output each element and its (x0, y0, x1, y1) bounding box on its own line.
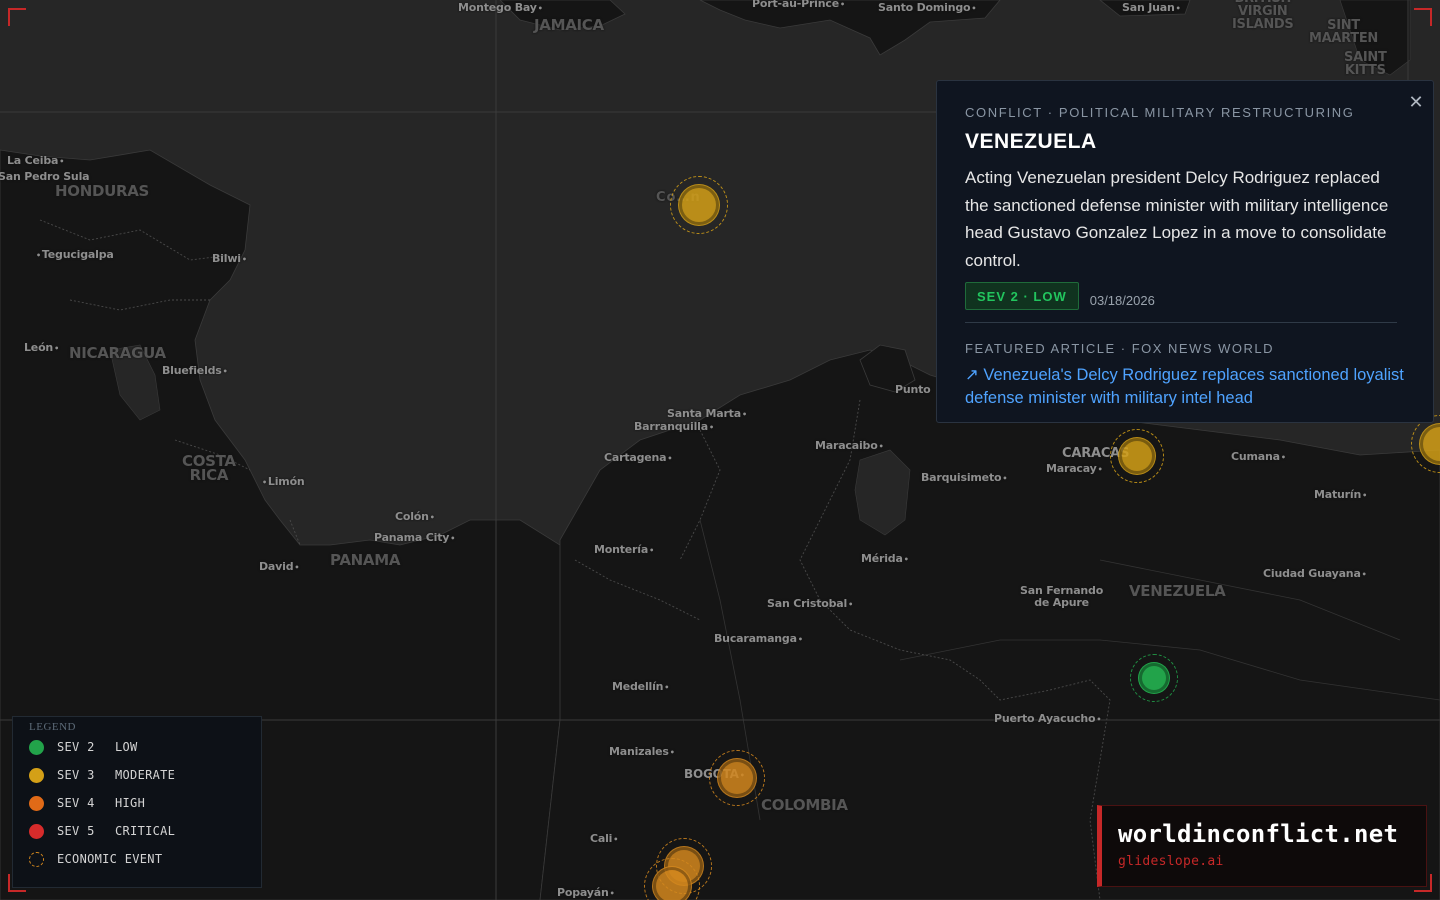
map-label-santa-marta: Santa Marta (667, 407, 747, 420)
map-label-manizales: Manizales (609, 745, 675, 758)
map-label-cali: Cali (590, 832, 618, 845)
event-meta-row: SEV 2 · LOW 03/18/2026 (965, 282, 1405, 310)
map-label-san-juan: San Juan (1122, 1, 1181, 14)
legend-swatch-orange (29, 795, 44, 811)
map-label-santo-domingo: Santo Domingo (878, 1, 976, 14)
map-label-bucaramanga: Bucaramanga (714, 632, 803, 645)
map-label-puerto-ayacucho: Puerto Ayacucho (994, 712, 1101, 725)
corner-bracket-top-left (8, 8, 26, 26)
event-detail-card: ✕ CONFLICT · POLITICAL MILITARY RESTRUCT… (936, 80, 1434, 423)
map-country-bvi: BRITISH VIRGIN ISLANDS (1232, 0, 1294, 32)
legend-severity-name: CRITICAL (115, 824, 176, 838)
event-title: VENEZUELA (965, 130, 1097, 153)
featured-article-link[interactable]: ↗ Venezuela's Delcy Rodriguez replaces s… (965, 364, 1405, 410)
lake-maracaibo (854, 449, 911, 536)
map-country-nicaragua: NICARAGUA (69, 344, 166, 362)
map-label-bilwi: Bilwi (212, 252, 247, 265)
legend-sev-label: SEV 2 (57, 740, 95, 754)
card-divider (965, 322, 1397, 323)
legend-severity-name: LOW (115, 740, 138, 754)
map-country-saint-kitts: SAINT KITTS (1344, 50, 1387, 78)
map-country-venezuela: VENEZUELA (1129, 582, 1226, 600)
legend-item-sev4: SEV 4 HIGH (29, 795, 145, 811)
legend-title: LEGEND (29, 721, 76, 733)
map-country-panama: PANAMA (330, 551, 401, 569)
map-label-leon: León (24, 341, 59, 354)
close-icon[interactable]: ✕ (1407, 93, 1425, 111)
corner-bracket-top-right (1414, 8, 1432, 26)
legend-swatch-dashed-ring (29, 851, 44, 867)
severity-legend: LEGEND SEV 2 LOW SEV 3 MODERATE SEV 4 HI… (12, 716, 262, 888)
map-label-punto: Punto (895, 383, 931, 396)
map-country-sint-maarten: SINT MAARTEN (1309, 18, 1379, 46)
map-label-port-au-prince: Port-au-Prince (752, 0, 845, 10)
map-country-costa-rica: COSTA RICA (182, 452, 236, 484)
map-label-ciudad-guayana: Ciudad Guayana (1263, 567, 1367, 580)
brand-sub-link[interactable]: glideslope.ai (1118, 854, 1426, 869)
severity-badge: SEV 2 · LOW (965, 282, 1079, 310)
legend-sev-label: SEV 5 (57, 824, 95, 838)
map-label-tegucigalpa: Tegucigalpa (36, 248, 114, 261)
map-country-honduras: HONDURAS (55, 182, 150, 200)
map-label-maracaibo: Maracaibo (815, 439, 883, 452)
legend-sev-label: SEV 3 (57, 768, 95, 782)
map-label-popayan: Popayán (557, 886, 615, 899)
legend-swatch-yellow (29, 767, 44, 783)
brand-name: worldinconflict.net (1118, 820, 1399, 848)
legend-item-sev3: SEV 3 MODERATE (29, 767, 175, 783)
map-label-la-ceiba: La Ceiba (7, 154, 64, 167)
map-label-cumana: Cumana (1231, 450, 1286, 463)
map-label-cartagena: Cartagena (604, 451, 672, 464)
event-category: CONFLICT · POLITICAL MILITARY RESTRUCTUR… (965, 105, 1355, 120)
legend-item-sev5: SEV 5 CRITICAL (29, 823, 175, 839)
map-label-barquisimeto: Barquisimeto (921, 471, 1007, 484)
legend-item-sev2: SEV 2 LOW (29, 739, 138, 755)
event-marker-dot-bogota[interactable] (721, 762, 753, 794)
legend-swatch-red (29, 823, 44, 839)
map-label-maracay: Maracay (1046, 462, 1103, 475)
event-description: Acting Venezuelan president Delcy Rodrig… (965, 168, 1389, 270)
legend-severity-name: HIGH (115, 796, 146, 810)
event-date: 03/18/2026 (1089, 292, 1155, 308)
map-label-david: David (259, 560, 299, 573)
legend-swatch-green (29, 739, 44, 755)
map-label-merida: Mérida (861, 552, 909, 565)
map-label-maturin: Maturín (1314, 488, 1367, 501)
legend-sev-label: SEV 4 (57, 796, 95, 810)
map-country-jamaica: JAMAICA (534, 16, 604, 34)
legend-severity-name: MODERATE (115, 768, 176, 782)
map-label-montego-bay: Montego Bay (458, 1, 543, 14)
map-country-colombia: COLOMBIA (761, 796, 848, 814)
map-label-limon: Limón (262, 475, 305, 488)
map-label-colon: Colón (395, 510, 435, 523)
event-marker-dot-venezuela-south[interactable] (1142, 666, 1166, 690)
map-label-medellin: Medellín (612, 680, 669, 693)
map-label-monteria: Montería (594, 543, 654, 556)
map-label-bluefields: Bluefields (162, 364, 228, 377)
event-marker-dot-colombia-south-2[interactable] (656, 870, 688, 900)
featured-article-source: FEATURED ARTICLE · FOX NEWS WORLD (965, 341, 1275, 356)
map-label-san-fernando: San Fernando de Apure (1020, 584, 1104, 609)
event-marker-dot-caracas[interactable] (1122, 441, 1152, 471)
map-label-barranquilla: Barranquilla (634, 420, 714, 433)
legend-item-economic: ECONOMIC EVENT (29, 851, 162, 867)
brand-box: worldinconflict.net glideslope.ai (1097, 805, 1427, 887)
map-label-san-cristobal: San Cristobal (767, 597, 853, 610)
legend-economic-label: ECONOMIC EVENT (57, 852, 163, 866)
event-marker-dot-caribbean-sea[interactable] (682, 188, 716, 222)
map-label-panama-city: Panama City (374, 531, 455, 544)
